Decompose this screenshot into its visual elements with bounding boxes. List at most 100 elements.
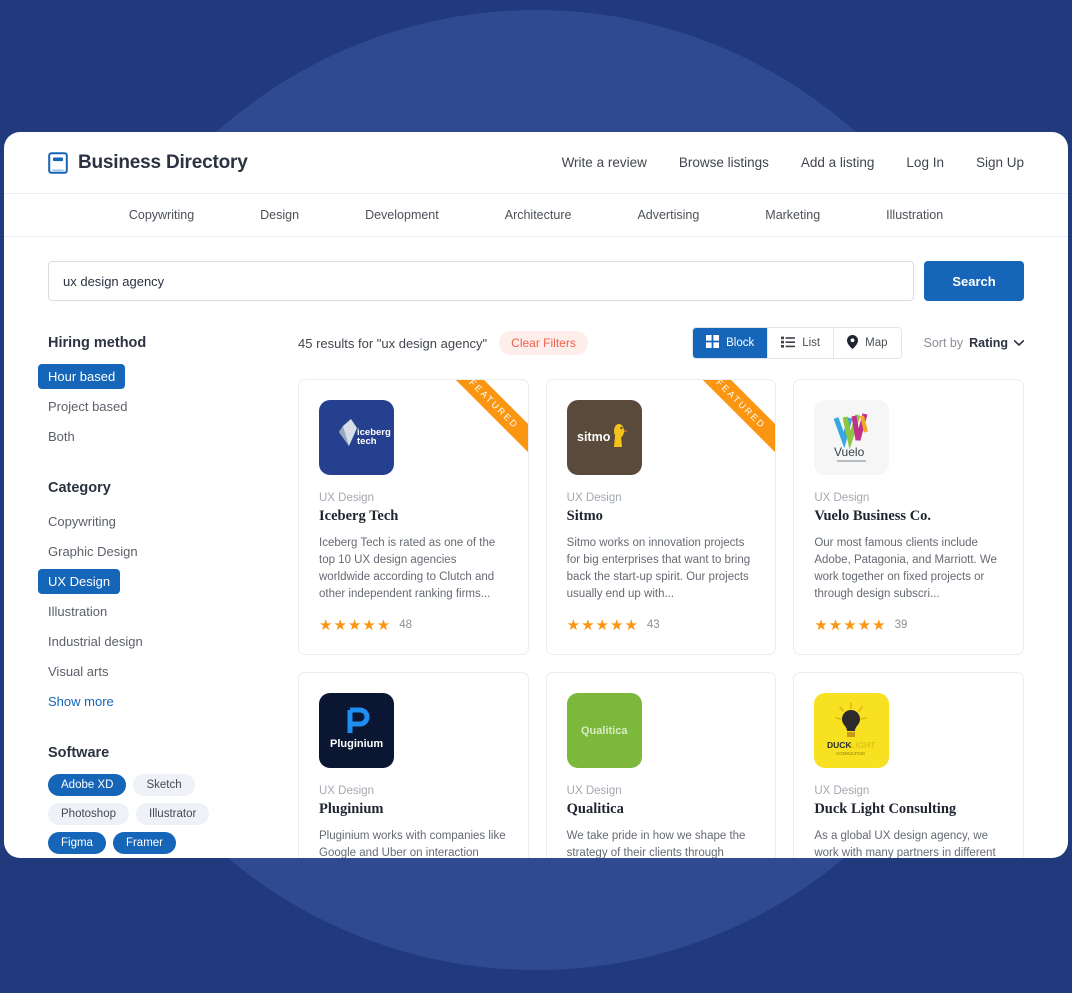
listing-rating: ★★★★★ 43 — [567, 616, 756, 634]
software-tag-list: Adobe XD Sketch Photoshop Illustrator Fi… — [48, 774, 248, 858]
category-nav-item-design[interactable]: Design — [227, 208, 332, 222]
software-tag-illustrator[interactable]: Illustrator — [136, 803, 210, 825]
book-icon-svg — [48, 151, 68, 174]
search-bar: Search — [4, 237, 1068, 301]
results-panel: 45 results for "ux design agency" Clear … — [298, 301, 1024, 858]
software-tag-sketch[interactable]: Sketch — [133, 774, 195, 796]
filter-group-hiring-method: Hiring method Hour based Project based B… — [38, 335, 298, 454]
filter-option-project-based[interactable]: Project based — [38, 394, 138, 419]
view-mode-block-label: Block — [726, 337, 755, 349]
star-rating-icon: ★★★★★ — [319, 617, 392, 635]
listing-logo: sitmo — [566, 400, 642, 475]
listing-logo: Pluginium — [319, 693, 394, 769]
listing-title: Duck Light Consulting — [814, 801, 957, 818]
view-mode-toggle: Block List Map — [692, 327, 902, 359]
featured-ribbon: FEATURED — [437, 380, 528, 461]
nav-add-a-listing[interactable]: Add a listing — [801, 155, 875, 170]
listing-description: Sitmo works on innovation projects for b… — [566, 537, 751, 601]
category-nav-item-advertising[interactable]: Advertising — [604, 208, 732, 222]
listing-card[interactable]: Pluginium UX Design Pluginium Pluginium … — [298, 672, 529, 858]
listing-logo: DUCK LIGHT CONSULTING — [814, 693, 890, 769]
software-tag-adobe-xd[interactable]: Adobe XD — [48, 774, 127, 796]
rating-count: 43 — [646, 619, 660, 632]
category-nav-item-development[interactable]: Development — [332, 208, 472, 222]
filter-option-hour-based[interactable]: Hour based — [38, 364, 126, 389]
listing-title: Qualitica — [566, 801, 624, 818]
software-tag-framer[interactable]: Framer — [112, 832, 177, 854]
qualitica-logo-icon: Qualitica — [581, 725, 628, 737]
filter-option-illustration[interactable]: Illustration — [38, 599, 117, 624]
star-rating-icon: ★★★★★ — [566, 617, 639, 635]
listing-card[interactable]: DUCK LIGHT CONSULTING UX Design Duck Lig… — [793, 672, 1024, 858]
search-button[interactable]: Search — [924, 261, 1024, 301]
rating-count: 39 — [894, 619, 908, 632]
listing-card[interactable]: Qualitica UX Design Qualitica We take pr… — [545, 672, 777, 858]
svg-text:sitmo: sitmo — [577, 430, 611, 444]
filter-show-more-link[interactable]: Show more — [38, 689, 124, 714]
listing-title: Iceberg Tech — [319, 508, 399, 524]
clear-filters-button[interactable]: Clear Filters — [499, 331, 588, 355]
iceberg-tech-logo-icon: iceberg tech — [339, 419, 391, 447]
listing-category: UX Design — [566, 492, 622, 504]
svg-text:LIGHT: LIGHT — [850, 740, 876, 750]
listing-category: UX Design — [319, 785, 374, 798]
star-rating-icon: ★★★★★ — [814, 617, 887, 635]
listing-card[interactable]: FEATURED iceberg tech UX Design Iceberg … — [298, 379, 529, 656]
filter-option-industrial-design[interactable]: Industrial design — [38, 629, 153, 654]
category-nav-item-illustration[interactable]: Illustration — [853, 208, 976, 222]
search-input[interactable] — [48, 261, 914, 301]
filter-group-software: Software Adobe XD Sketch Photoshop Illus… — [48, 745, 298, 858]
listing-title: Pluginium — [319, 801, 384, 818]
nav-sign-up[interactable]: Sign Up — [976, 155, 1024, 170]
listing-description: We take pride in how we shape the strate… — [566, 830, 746, 858]
svg-text:CONSULTING: CONSULTING — [836, 751, 866, 756]
filter-title-category: Category — [48, 480, 111, 496]
filter-option-graphic-design[interactable]: Graphic Design — [38, 539, 148, 564]
view-mode-map-label: Map — [865, 337, 888, 349]
category-nav-item-copywriting[interactable]: Copywriting — [96, 208, 227, 222]
listing-logo: Qualitica — [566, 693, 642, 769]
list-icon — [781, 336, 796, 351]
view-mode-map[interactable]: Map — [834, 328, 901, 358]
sort-by-value: Rating — [969, 336, 1008, 350]
app-window: Business Directory Write a review Browse… — [4, 132, 1068, 858]
software-tag-figma[interactable]: Figma — [48, 832, 106, 854]
nav-browse-listings[interactable]: Browse listings — [679, 155, 769, 170]
filter-option-both[interactable]: Both — [38, 424, 85, 449]
svg-text:Pluginium: Pluginium — [330, 738, 383, 750]
filter-title-software: Software — [48, 745, 110, 761]
sort-by-label: Sort by — [923, 336, 964, 350]
listing-description: Pluginium works with companies like Goog… — [319, 830, 506, 858]
listing-description: Our most famous clients include Adobe, P… — [814, 537, 997, 601]
listing-card[interactable]: FEATURED sitmo UX Design Sitmo Sitmo wor… — [545, 379, 777, 656]
svg-text:tech: tech — [357, 436, 377, 447]
book-icon — [48, 151, 68, 174]
listing-category: UX Design — [319, 492, 374, 504]
software-tag-photoshop[interactable]: Photoshop — [48, 803, 129, 825]
category-nav-item-marketing[interactable]: Marketing — [732, 208, 853, 222]
view-mode-block[interactable]: Block — [693, 328, 769, 358]
listing-rating: ★★★★★ 48 — [319, 616, 508, 634]
results-count-text: 45 results for "ux design agency" — [298, 335, 488, 351]
listing-title: Vuelo Business Co. — [814, 508, 932, 524]
filter-option-copywriting[interactable]: Copywriting — [38, 509, 126, 534]
listing-category: UX Design — [814, 492, 870, 504]
chevron-down-icon — [1014, 340, 1024, 346]
filters-sidebar: Hiring method Hour based Project based B… — [38, 301, 298, 858]
brand-logo[interactable]: Business Directory — [48, 152, 248, 174]
main-content: Hiring method Hour based Project based B… — [4, 301, 1068, 858]
svg-text:Qualitica: Qualitica — [581, 725, 628, 737]
svg-text:Vuelo: Vuelo — [834, 445, 865, 459]
nav-write-a-review[interactable]: Write a review — [562, 155, 647, 170]
filter-option-ux-design[interactable]: UX Design — [38, 569, 121, 594]
nav-log-in[interactable]: Log In — [906, 155, 944, 170]
rating-count: 48 — [399, 619, 413, 632]
listing-logo: iceberg tech — [319, 400, 394, 475]
brand-name: Business Directory — [78, 151, 248, 173]
view-mode-list[interactable]: List — [768, 328, 835, 358]
listing-card[interactable]: Vuelo UX Design Vuelo Business Co. Our m… — [793, 379, 1024, 656]
site-header: Business Directory Write a review Browse… — [4, 132, 1068, 194]
category-nav-item-architecture[interactable]: Architecture — [472, 208, 605, 222]
sort-by-dropdown[interactable]: Sort by Rating — [923, 336, 1024, 350]
filter-option-visual-arts[interactable]: Visual arts — [38, 659, 118, 684]
